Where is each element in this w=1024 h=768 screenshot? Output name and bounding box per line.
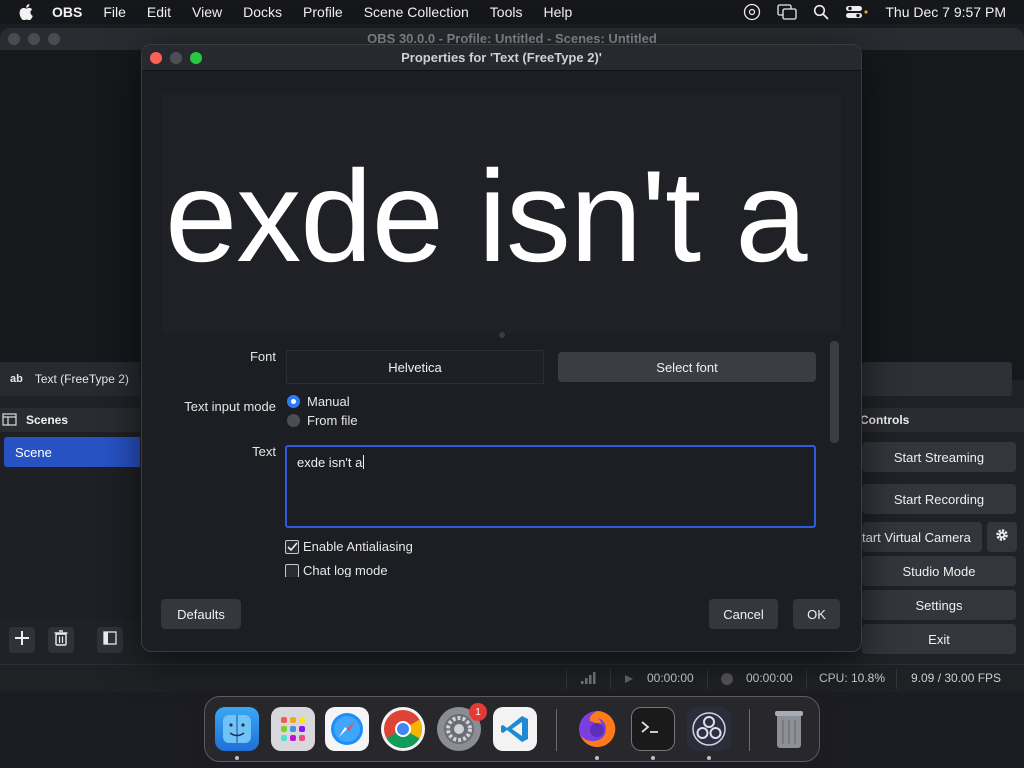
dock-float-icon[interactable] (2, 413, 18, 430)
record-status-icon (720, 672, 734, 689)
firefox-running-dot (595, 756, 599, 760)
trash-icon (54, 629, 68, 651)
obs-icon[interactable] (687, 707, 731, 751)
add-scene-button[interactable] (9, 627, 35, 653)
menubar-clock[interactable]: Thu Dec 7 9:57 PM (885, 4, 1006, 20)
radio-from-file[interactable]: From file (287, 413, 358, 428)
source-preview: exde isn't a (163, 93, 841, 333)
radio-manual-indicator[interactable] (287, 395, 300, 408)
source-toolbar-right (862, 362, 1012, 396)
text-caret (363, 455, 365, 469)
dock-separator (556, 709, 557, 751)
scenes-title: Scenes (26, 413, 69, 427)
chat-log-checkbox[interactable] (285, 563, 299, 577)
gear-icon (994, 527, 1010, 548)
stream-time: 00:00:00 (647, 671, 694, 685)
menu-app-name[interactable]: OBS (52, 4, 82, 20)
search-icon[interactable] (813, 4, 829, 20)
control-center-icon[interactable] (845, 4, 869, 20)
antialiasing-label: Enable Antialiasing (303, 539, 413, 554)
source-name: Text (FreeType 2) (34, 372, 129, 386)
stream-status-icon (622, 672, 636, 689)
radio-manual[interactable]: Manual (287, 394, 350, 409)
source-toolbar[interactable]: ab Text (FreeType 2) (0, 362, 140, 396)
preview-text: exde isn't a (165, 143, 808, 289)
scenes-toolbar (0, 624, 140, 656)
macos-dock: 1 (204, 696, 820, 762)
status-bar: 00:00:00 00:00:00 CPU: 10.8% 9.09 / 30.0… (0, 664, 1024, 692)
menu-docks[interactable]: Docks (243, 4, 282, 20)
text-input[interactable]: exde isn't a (285, 445, 816, 528)
dock-separator-2 (749, 709, 750, 751)
start-recording-button[interactable]: Start Recording (862, 484, 1016, 514)
text-label: Text (252, 444, 276, 459)
properties-scrollbar[interactable] (830, 341, 839, 443)
system-settings-icon[interactable]: 1 (437, 703, 487, 751)
radio-from-file-indicator[interactable] (287, 414, 300, 427)
radio-manual-label: Manual (307, 394, 350, 409)
safari-icon[interactable] (325, 707, 369, 751)
chat-log-label: Chat log mode (303, 563, 388, 577)
menu-tools[interactable]: Tools (490, 4, 523, 20)
font-display: Helvetica (286, 350, 544, 384)
controls-title: Controls (860, 413, 910, 427)
chrome-icon[interactable] (381, 707, 425, 751)
obs-running-dot (707, 756, 711, 760)
dialog-title: Properties for 'Text (FreeType 2)' (401, 50, 602, 65)
scene-filters-button[interactable] (97, 627, 123, 653)
settings-button[interactable]: Settings (862, 590, 1016, 620)
plus-icon (14, 630, 30, 651)
radio-from-file-label: From file (307, 413, 358, 428)
filter-icon (103, 630, 117, 650)
record-time: 00:00:00 (746, 671, 793, 685)
defaults-button[interactable]: Defaults (161, 599, 241, 629)
scene-list-item[interactable]: Scene (4, 437, 140, 467)
menu-edit[interactable]: Edit (147, 4, 171, 20)
antialiasing-checkbox[interactable] (285, 539, 299, 554)
dialog-titlebar: Properties for 'Text (FreeType 2)' (142, 45, 861, 71)
antialiasing-checkbox-row[interactable]: Enable Antialiasing (285, 539, 413, 554)
menu-scene-collection[interactable]: Scene Collection (364, 4, 469, 20)
properties-dialog: Properties for 'Text (FreeType 2)' exde … (141, 44, 862, 652)
chat-log-checkbox-row[interactable]: Chat log mode (285, 563, 388, 577)
trash-icon[interactable] (767, 707, 811, 751)
finder-running-dot (235, 756, 239, 760)
properties-scroll-area[interactable]: Font Helvetica Select font Text input mo… (142, 337, 832, 577)
remove-scene-button[interactable] (48, 627, 74, 653)
text-input-value: exde isn't a (297, 455, 363, 470)
studio-mode-button[interactable]: Studio Mode (862, 556, 1016, 586)
launchpad-icon[interactable] (271, 707, 315, 751)
cancel-button[interactable]: Cancel (709, 599, 778, 629)
cpu-usage: CPU: 10.8% (819, 671, 886, 685)
font-label: Font (249, 349, 276, 364)
scenes-dock-header: Scenes (0, 408, 140, 432)
select-font-button[interactable]: Select font (558, 352, 816, 382)
exit-button[interactable]: Exit (862, 624, 1016, 654)
finder-icon[interactable] (215, 707, 259, 751)
menu-profile[interactable]: Profile (303, 4, 343, 20)
virtual-camera-settings-button[interactable] (987, 522, 1017, 552)
text-input-mode-label: Text input mode (184, 399, 276, 414)
screen-mirroring-icon[interactable] (777, 4, 798, 20)
menu-bar: OBS File Edit View Docks Profile Scene C… (0, 0, 1024, 24)
firefox-icon[interactable] (575, 707, 619, 751)
menu-help[interactable]: Help (543, 4, 572, 20)
settings-badge: 1 (469, 703, 487, 721)
menu-view[interactable]: View (192, 4, 222, 20)
network-signal-icon (580, 671, 596, 688)
controls-dock-header: Controls (858, 408, 1024, 432)
start-streaming-button[interactable]: Start Streaming (862, 442, 1016, 472)
terminal-running-dot (651, 756, 655, 760)
scene-item-label: Scene (15, 444, 52, 460)
start-virtual-camera-button[interactable]: tart Virtual Camera (862, 522, 982, 552)
ok-button[interactable]: OK (793, 599, 840, 629)
terminal-icon[interactable] (631, 707, 675, 751)
text-source-icon: ab (10, 373, 23, 385)
menu-file[interactable]: File (103, 4, 126, 20)
fps-readout: 9.09 / 30.00 FPS (911, 671, 1002, 685)
vscode-icon[interactable] (493, 707, 537, 751)
apple-menu-icon[interactable] (0, 4, 52, 20)
obs-status-icon[interactable] (743, 3, 761, 21)
